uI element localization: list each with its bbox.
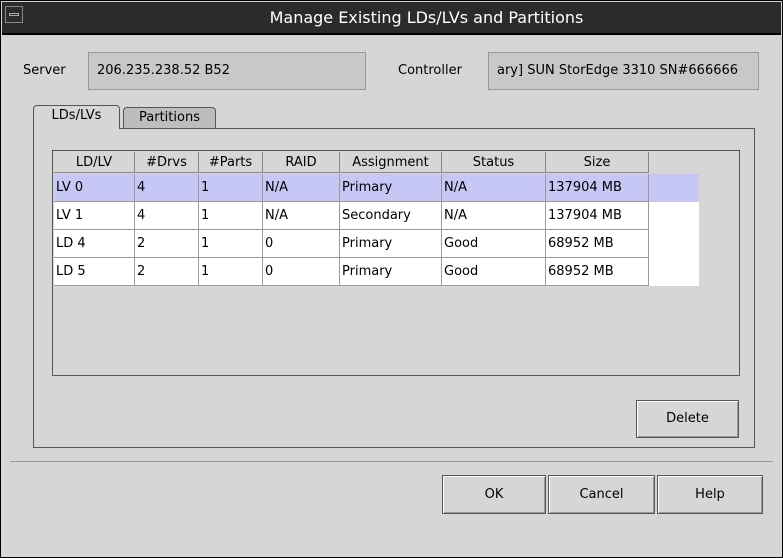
table-cell: 68952 MB [546,258,649,286]
table-cell: Good [442,230,546,258]
dialog-window: Manage Existing LDs/LVs and Partitions S… [0,0,783,558]
table-cell: 68952 MB [546,230,649,258]
cancel-button[interactable]: Cancel [548,475,655,514]
table-cell: LV 0 [54,174,135,202]
table-cell: Primary [340,174,442,202]
table-cell: N/A [263,174,340,202]
column-header[interactable]: Assignment [340,152,442,173]
ok-button[interactable]: OK [442,475,546,514]
table-row[interactable]: LV 0 4 1 N/A Primary N/A 137904 MB [54,174,699,202]
tab-partitions[interactable]: Partitions [123,107,216,129]
table-cell: 0 [263,258,340,286]
table-row[interactable]: LD 5 2 1 0 Primary Good 68952 MB [54,258,699,286]
table-row[interactable]: LV 1 4 1 N/A Secondary N/A 137904 MB [54,202,699,230]
table-cell: 0 [263,230,340,258]
table-cell: N/A [263,202,340,230]
table-cell: 2 [135,230,199,258]
table-cell: N/A [442,202,546,230]
window-title: Manage Existing LDs/LVs and Partitions [269,8,584,27]
table-row[interactable]: LD 4 2 1 0 Primary Good 68952 MB [54,230,699,258]
table-cell: Primary [340,230,442,258]
controller-field: ary] SUN StorEdge 3310 SN#666666 [488,52,759,90]
separator [10,461,773,462]
table-cell: LV 1 [54,202,135,230]
column-header[interactable]: #Drvs [135,152,199,173]
server-label: Server [23,63,66,78]
controller-label: Controller [398,63,462,78]
table-cell: LD 5 [54,258,135,286]
table-cell: Secondary [340,202,442,230]
table-cell: N/A [442,174,546,202]
column-header[interactable]: RAID [263,152,340,173]
table-cell: Primary [340,258,442,286]
title-bar[interactable]: Manage Existing LDs/LVs and Partitions [2,2,781,35]
delete-button[interactable]: Delete [636,400,739,438]
table-cell: 1 [199,230,263,258]
table-cell: 2 [135,258,199,286]
table-cell: 1 [199,174,263,202]
table-cell: 137904 MB [546,202,649,230]
help-button[interactable]: Help [657,475,763,514]
table-cell: 4 [135,174,199,202]
ld-lv-table: LD/LV #Drvs #Parts RAID Assignment Status Size… [52,150,740,376]
server-field: 206.235.238.52 B52 [88,52,366,90]
table-cell: 1 [199,202,263,230]
column-header[interactable]: Size [546,152,649,173]
tab-lds-lvs[interactable]: LDs/LVs [33,105,120,129]
table-cell: LD 4 [54,230,135,258]
table-cell: 4 [135,202,199,230]
table-cell: 1 [199,258,263,286]
table-cell: 137904 MB [546,174,649,202]
table-cell: Good [442,258,546,286]
column-header[interactable]: #Parts [199,152,263,173]
column-header[interactable]: LD/LV [54,152,135,173]
column-header[interactable]: Status [442,152,546,173]
